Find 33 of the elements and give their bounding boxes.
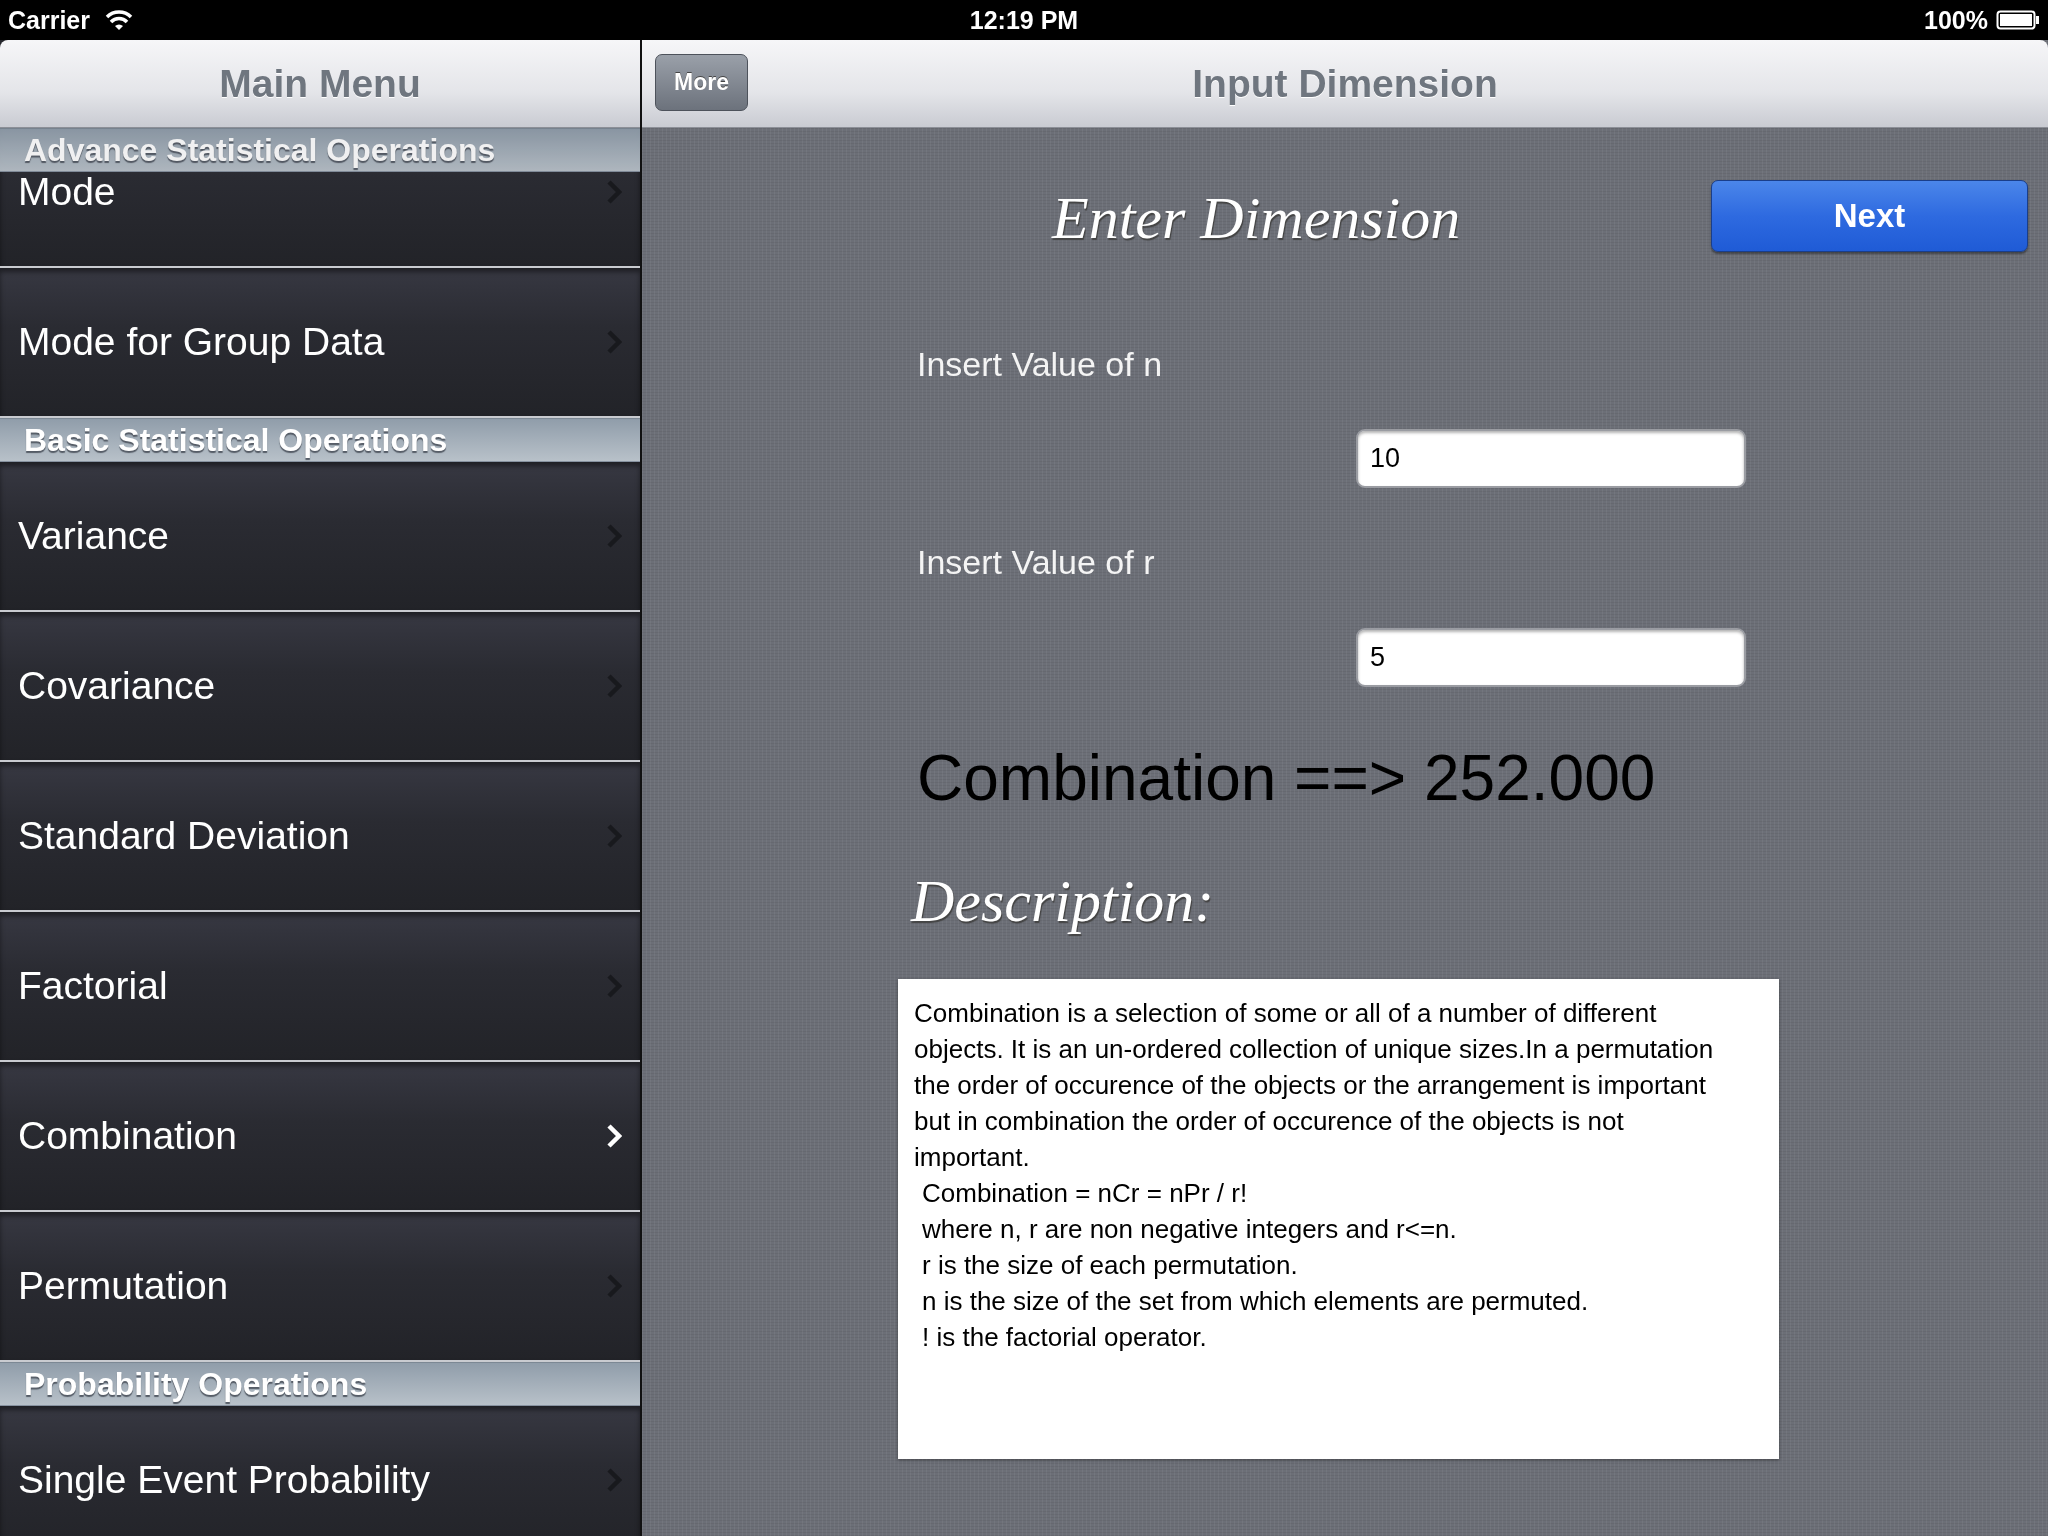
description-line: Combination = nCr = nPr / r! <box>921 1177 1249 1210</box>
field-label: Insert Value of n <box>917 343 1164 385</box>
screen-title: Input Dimension <box>1192 61 1498 106</box>
battery-percent: 100% <box>1924 5 1988 35</box>
menu-item[interactable]: Factorial <box>0 912 640 1062</box>
menu-item[interactable]: Single Event Probability <box>0 1406 640 1536</box>
back-button[interactable]: More <box>655 54 748 111</box>
clock-time: 12:19 PM <box>969 5 1079 34</box>
description-line: r is the size of each permutation. <box>921 1249 1299 1282</box>
menu-item[interactable]: Combination <box>0 1062 640 1212</box>
section-header: Probability Operations <box>0 1362 640 1406</box>
screen-heading: Enter Dimension <box>1052 183 1461 253</box>
next-button[interactable]: Next <box>1711 180 2028 252</box>
battery-icon <box>1996 9 2040 31</box>
description-line: where n, r are non negative integers and r<=n. <box>921 1213 1458 1246</box>
menu-item[interactable]: Variance <box>0 462 640 612</box>
result-text: Combination ==> 252.000 <box>917 741 1657 815</box>
carrier-name: Carrier <box>8 5 90 35</box>
input-field[interactable]: 5 <box>1356 628 1746 687</box>
description-line: n is the size of the set from which elements are permuted. <box>921 1285 1590 1318</box>
description-heading: Description: <box>911 867 1216 936</box>
section-header: Advance Statistical Operations <box>0 128 640 172</box>
menu-title: Main Menu <box>219 61 421 106</box>
description-line: ! is the factorial operator. <box>921 1321 1208 1354</box>
menu-item[interactable]: Standard Deviation <box>0 762 640 912</box>
menu-item[interactable]: Covariance <box>0 612 640 762</box>
menu-item[interactable]: Mode for Group Data <box>0 268 640 418</box>
wifi-icon <box>104 8 134 32</box>
field-label: Insert Value of r <box>917 541 1156 583</box>
section-header: Basic Statistical Operations <box>0 418 640 462</box>
input-field[interactable]: 10 <box>1356 429 1746 488</box>
description-text: Combination is a selection of some or all of a number of different objects. It is an un-ordered collection of unique sizes.In a permutation the order of occurence of the objects or the arrangement is important but in combination the order of occurence of the objects is not important. <box>914 997 1715 1174</box>
menu-item[interactable]: Permutation <box>0 1212 640 1362</box>
